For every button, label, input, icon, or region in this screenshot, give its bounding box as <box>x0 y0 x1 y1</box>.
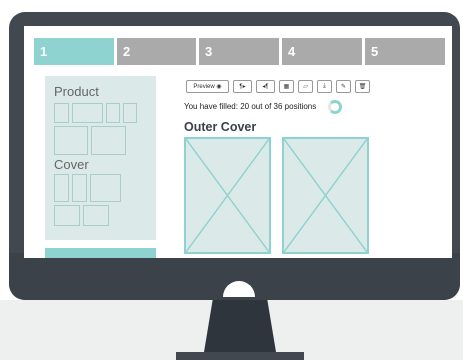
image-placeholder-2[interactable] <box>282 137 369 254</box>
product-layout-thumb[interactable] <box>91 126 126 155</box>
cover-layout-thumb[interactable] <box>72 174 87 202</box>
monitor-stand-foot <box>176 352 304 360</box>
cover-layout-thumb[interactable] <box>90 174 121 202</box>
text-direction-ltr-icon: ◂¶ <box>262 84 269 90</box>
wand-button[interactable]: ✎ <box>336 80 351 93</box>
image-placeholder-icon <box>186 139 269 252</box>
rtl-button[interactable]: ¶▸ <box>233 80 252 93</box>
fill-status-text: You have filled: 20 out of 36 positions <box>184 102 317 111</box>
product-layout-thumb[interactable] <box>72 103 103 123</box>
screen: 1 2 3 4 5 Product Cover Preview ◉ ¶▸ ◂¶ … <box>24 26 452 258</box>
step-tab-5[interactable]: 5 <box>365 38 445 65</box>
eye-icon: ◉ <box>216 84 222 90</box>
step-tabs: 1 2 3 4 5 <box>34 38 445 65</box>
editor-toolbar: Preview ◉ ¶▸ ◂¶ ▦ ▱ ⤓ ✎ 🗑 <box>186 80 370 93</box>
grid-icon: ▦ <box>283 84 290 90</box>
delete-button[interactable]: 🗑 <box>355 80 370 93</box>
trash-icon: 🗑 <box>358 84 367 90</box>
section-title: Outer Cover <box>184 120 257 134</box>
note-button[interactable]: ▱ <box>298 80 313 93</box>
ltr-button[interactable]: ◂¶ <box>256 80 275 93</box>
product-layout-thumb[interactable] <box>54 126 88 155</box>
step-tab-label: 3 <box>205 44 213 59</box>
monitor-stand-neck <box>204 300 276 352</box>
wand-icon: ✎ <box>340 84 347 90</box>
preview-label: Preview <box>193 83 215 90</box>
preview-button[interactable]: Preview ◉ <box>186 80 229 93</box>
grid-button[interactable]: ▦ <box>279 80 294 93</box>
step-tab-2[interactable]: 2 <box>117 38 196 65</box>
cover-heading: Cover <box>54 157 89 172</box>
progress-donut <box>328 100 342 114</box>
step-tab-4[interactable]: 4 <box>282 38 362 65</box>
step-tab-label: 5 <box>371 44 379 59</box>
download-icon: ⤓ <box>323 83 326 89</box>
product-layout-thumb[interactable] <box>54 103 69 123</box>
text-direction-rtl-icon: ¶▸ <box>239 84 246 90</box>
cover-layout-thumb[interactable] <box>83 205 109 226</box>
layout-sidebar: Product Cover <box>45 76 156 240</box>
sidebar-action-bar[interactable] <box>45 248 156 258</box>
product-heading: Product <box>54 84 99 99</box>
step-tab-1[interactable]: 1 <box>34 38 114 65</box>
image-placeholder-1[interactable] <box>184 137 271 254</box>
note-icon: ▱ <box>303 84 308 90</box>
step-tab-label: 1 <box>40 44 48 59</box>
cover-layout-thumb[interactable] <box>54 205 80 226</box>
image-placeholder-icon <box>284 139 367 252</box>
step-tab-label: 2 <box>123 44 131 59</box>
step-tab-3[interactable]: 3 <box>199 38 279 65</box>
product-layout-thumb[interactable] <box>106 103 120 123</box>
cover-layout-thumb[interactable] <box>54 174 69 202</box>
step-tab-label: 4 <box>288 44 296 59</box>
download-button[interactable]: ⤓ <box>317 80 332 93</box>
product-layout-thumb[interactable] <box>123 103 137 123</box>
